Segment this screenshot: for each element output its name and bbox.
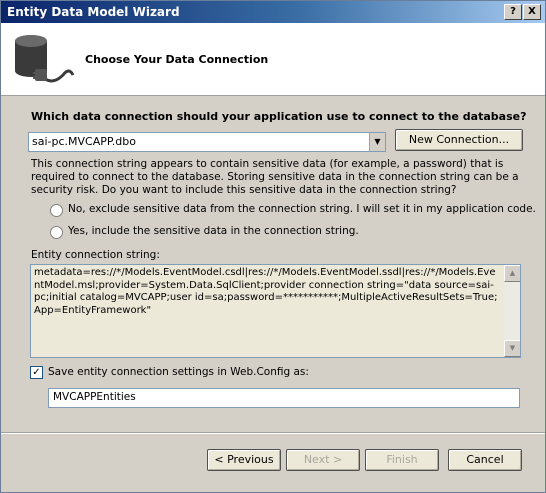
scroll-up-icon[interactable]: ▲ bbox=[504, 265, 520, 282]
next-button[interactable]: Next > bbox=[286, 449, 360, 471]
radio-exclude-button[interactable] bbox=[50, 204, 63, 217]
wizard-window: Entity Data Model Wizard ? X Choose Your… bbox=[0, 0, 546, 493]
window-title: Entity Data Model Wizard bbox=[7, 5, 180, 19]
footer-divider bbox=[1, 432, 545, 434]
scroll-down-icon[interactable]: ▼ bbox=[504, 340, 520, 357]
chevron-down-icon[interactable]: ▼ bbox=[369, 133, 385, 151]
database-connection-icon bbox=[15, 35, 75, 83]
help-button[interactable]: ? bbox=[504, 4, 522, 20]
finish-button[interactable]: Finish bbox=[365, 449, 439, 471]
close-button[interactable]: X bbox=[523, 4, 541, 20]
save-settings-checkbox[interactable]: ✓ bbox=[30, 366, 43, 379]
wizard-header: Choose Your Data Connection bbox=[1, 23, 545, 96]
vertical-scrollbar[interactable]: ▲ ▼ bbox=[504, 265, 520, 357]
entities-name-field[interactable]: MVCAPPEntities bbox=[48, 388, 520, 408]
radio-include-button[interactable] bbox=[50, 226, 63, 239]
save-settings-label: Save entity connection settings in Web.C… bbox=[48, 366, 309, 378]
sensitive-data-info: This connection string appears to contai… bbox=[31, 158, 519, 196]
radio-include-label: Yes, include the sensitive data in the c… bbox=[68, 225, 359, 237]
previous-button[interactable]: < Previous bbox=[207, 449, 281, 471]
title-bar[interactable]: Entity Data Model Wizard ? X bbox=[1, 1, 545, 23]
new-connection-button[interactable]: New Connection... bbox=[395, 129, 523, 151]
connection-dropdown-value: sai-pc.MVCAPP.dbo bbox=[32, 135, 136, 148]
connection-question: Which data connection should your applic… bbox=[31, 110, 527, 123]
entity-connection-string-field[interactable]: metadata=res://*/Models.EventModel.csdl|… bbox=[30, 264, 521, 358]
entity-connection-label: Entity connection string: bbox=[31, 249, 160, 261]
page-title: Choose Your Data Connection bbox=[85, 53, 269, 66]
cancel-button[interactable]: Cancel bbox=[448, 449, 522, 471]
radio-exclude-label: No, exclude sensitive data from the conn… bbox=[68, 203, 536, 215]
entity-connection-string-text: metadata=res://*/Models.EventModel.csdl|… bbox=[34, 267, 498, 316]
connection-dropdown[interactable]: sai-pc.MVCAPP.dbo ▼ bbox=[28, 132, 386, 152]
entities-name-value: MVCAPPEntities bbox=[53, 391, 136, 403]
